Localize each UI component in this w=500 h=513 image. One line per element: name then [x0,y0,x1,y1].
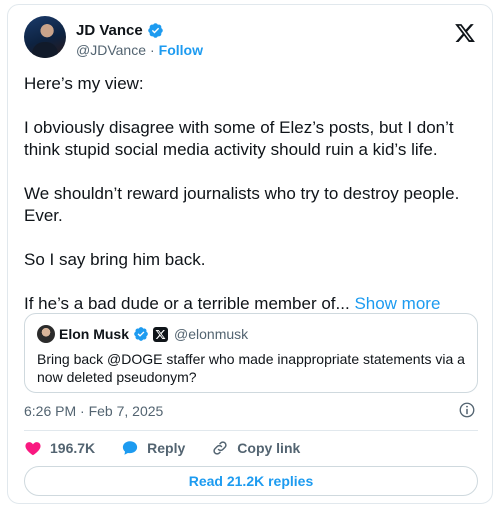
heart-icon [25,442,41,456]
copy-link-button[interactable]: Copy link [211,439,300,457]
action-bar: 196.7K Reply Copy link [24,437,300,459]
handle-separator: · [149,42,155,58]
quoted-author-name: Elon Musk [59,326,130,342]
tweet-header: JD Vance @JDVance · Follow [24,16,478,64]
quoted-author-handle: @elonmusk [174,326,249,342]
divider [24,430,478,431]
link-icon [213,441,227,455]
author-handle[interactable]: @JDVance [76,42,146,58]
follow-button[interactable]: Follow [159,42,203,58]
quoted-author-avatar [37,325,55,343]
show-more-link[interactable]: Show more [354,294,440,313]
reply-button[interactable]: Reply [121,439,185,457]
author-display-name[interactable]: JD Vance [76,22,143,39]
reply-label: Reply [147,440,186,456]
tweet-paragraph: So I say bring him back. [24,250,206,269]
like-button[interactable]: 196.7K [24,439,95,457]
quoted-tweet[interactable]: Elon Musk @elonmusk Bring back @DOGE sta… [24,313,478,393]
author-name-row: JD Vance [76,22,164,39]
x-affiliation-badge-icon [153,326,169,342]
tweet-card: JD Vance @JDVance · Follow Here’s my vie… [7,4,493,504]
copy-link-label: Copy link [237,440,301,456]
tweet-body: Here’s my view: I obviously disagree wit… [24,73,478,337]
verified-badge-icon [147,23,163,38]
quoted-header: Elon Musk @elonmusk [37,324,465,344]
tweet-truncated-paragraph: If he’s a bad dude or a terrible member … [24,293,478,315]
info-icon[interactable] [458,401,476,419]
tweet-timestamp[interactable]: 6:26 PM · Feb 7, 2025 [24,403,163,419]
tweet-paragraph: We shouldn’t reward journalists who try … [24,184,460,225]
like-count: 196.7K [50,440,96,456]
author-avatar[interactable] [24,16,66,58]
tweet-paragraph: Here’s my view: [24,74,144,93]
quoted-verified-badge-icon [134,327,148,341]
read-replies-button[interactable]: Read 21.2K replies [24,466,478,496]
tweet-paragraph: I obviously disagree with some of Elez’s… [24,118,454,159]
reply-bubble-icon [123,441,138,455]
author-handle-row: @JDVance · Follow [76,42,203,58]
x-logo-icon[interactable] [454,22,476,44]
truncated-text: If he’s a bad dude or a terrible member … [24,294,350,313]
quoted-text: Bring back @DOGE staffer who made inappr… [37,351,465,385]
